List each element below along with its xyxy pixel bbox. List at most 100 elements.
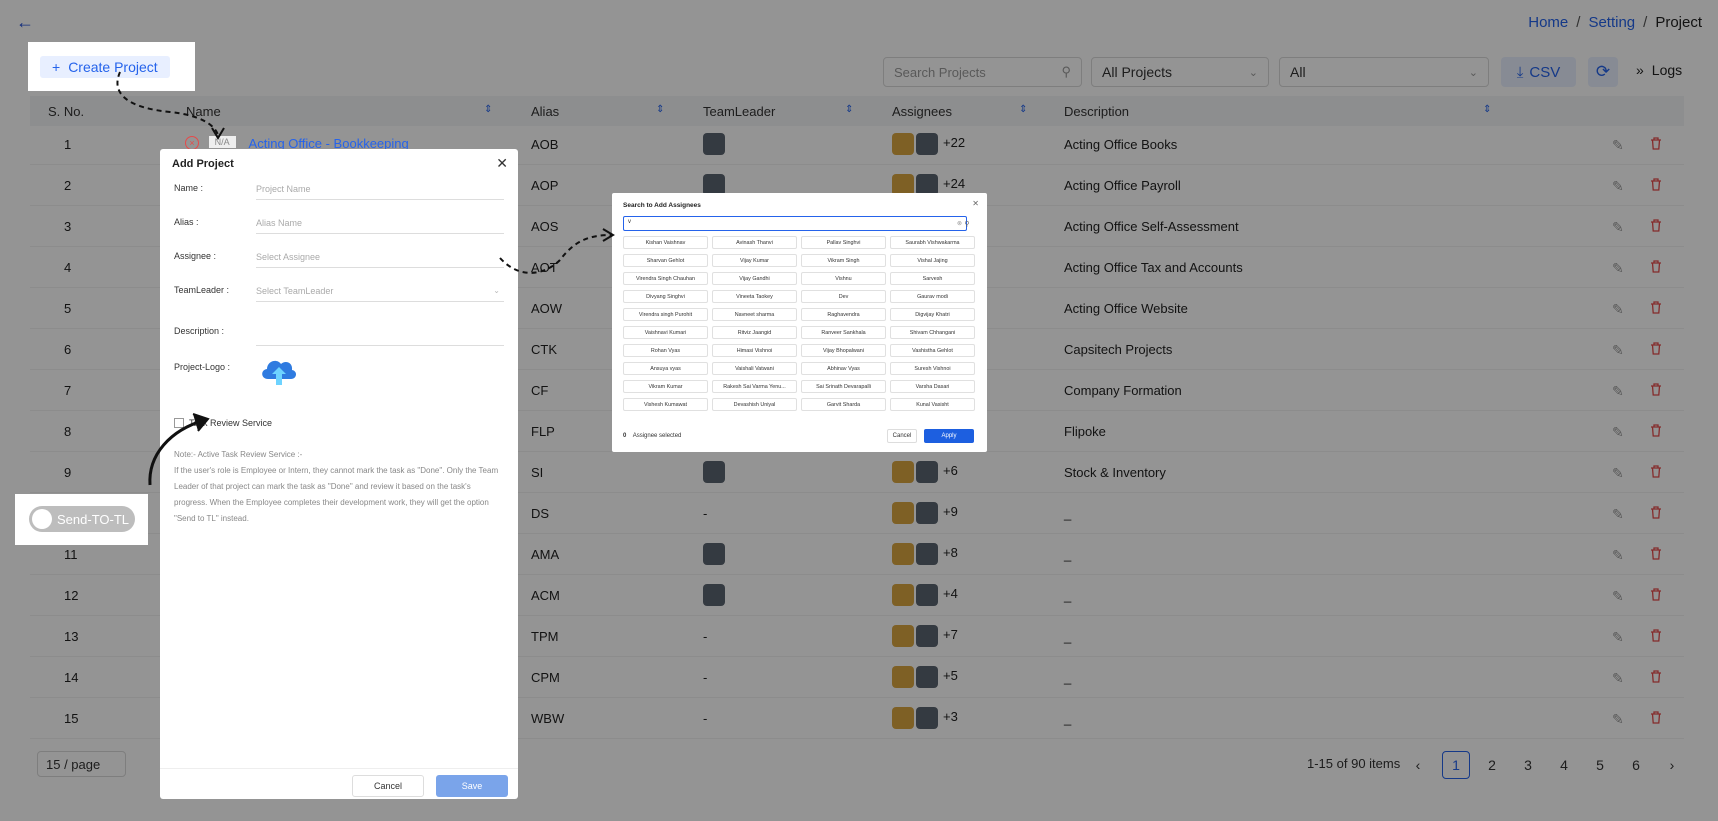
assignee-chip[interactable]: Sharvan Gehlot <box>623 254 708 267</box>
toggle-knob <box>32 509 52 529</box>
alias-input[interactable]: Alias Name <box>256 212 504 234</box>
assignee-apply-label: Apply <box>941 433 957 439</box>
description-label: Description : <box>174 326 225 336</box>
assignee-chip[interactable]: Suresh Vishnoi <box>890 362 975 375</box>
assignee-chip[interactable]: Vashistha Gehlot <box>890 344 975 357</box>
assignee-chip[interactable]: Garvit Sharda <box>801 398 886 411</box>
assignee-chip[interactable]: Vikram Kumar <box>623 380 708 393</box>
selected-count-label: Assignee selected <box>632 433 682 439</box>
assignee-chip[interactable]: Rakesh Sai Varma Yenu... <box>712 380 797 393</box>
close-icon[interactable]: ✕ <box>972 199 979 208</box>
assignee-chip[interactable]: Vineeta Taokey <box>712 290 797 303</box>
assignee-cancel-button[interactable]: Cancel <box>887 429 917 443</box>
assignee-chip[interactable]: Navneet sharma <box>712 308 797 321</box>
assignee-chip[interactable]: Divyang Singhvi <box>623 290 708 303</box>
alias-label: Alias : <box>174 217 199 227</box>
assignee-chip[interactable]: Pallav Singhvi <box>801 236 886 249</box>
note-body: If the user's role is Employee or Intern… <box>174 466 499 523</box>
assignee-chip-grid: Kishan Vaishnav Avinash Thanvi Pallav Sing… <box>623 236 976 411</box>
name-label: Name : <box>174 183 204 193</box>
assignee-chip[interactable]: Vikram Singh <box>801 254 886 267</box>
assignee-chip[interactable]: Ranveer Sankhala <box>801 326 886 339</box>
task-review-checkbox[interactable] <box>174 418 184 428</box>
save-label: Save <box>461 781 483 791</box>
assignee-chip[interactable]: Virendra singh Purohit <box>623 308 708 321</box>
assignee-chip[interactable]: Vishesh Kumawat <box>623 398 708 411</box>
assignee-chip[interactable]: Kishan Vaishnav <box>623 236 708 249</box>
add-project-dialog: Add Project ✕ Name : Project Name Alias … <box>160 149 518 799</box>
alias-placeholder: Alias Name <box>256 218 303 228</box>
save-button[interactable]: Save <box>436 775 508 797</box>
close-icon[interactable]: ✕ <box>496 155 508 172</box>
assignee-chip[interactable]: Abhinav Vyas <box>801 362 886 375</box>
assignee-chip[interactable]: Ritviz Jaangid <box>712 326 797 339</box>
assignee-chip[interactable]: Varsha Dasari <box>890 380 975 393</box>
assignee-field: Assignee : Select Assignee <box>174 246 504 268</box>
assignee-chip[interactable]: Vijay Gandhi <box>712 272 797 285</box>
create-project-highlight: + Create Project <box>28 42 195 91</box>
assignee-chip[interactable]: Vishnu <box>801 272 886 285</box>
first-row-name-cell: × N/A Acting Office - Bookkeeping <box>185 136 475 150</box>
assignee-cancel-label: Cancel <box>892 433 912 439</box>
project-logo-label: Project-Logo : <box>174 362 231 372</box>
assignee-chip[interactable]: Raghavendra <box>801 308 886 321</box>
assignee-chip[interactable]: Saurabh Vishwakarma <box>890 236 975 249</box>
assignee-label: Assignee : <box>174 251 217 261</box>
project-name-link[interactable]: Acting Office - Bookkeeping <box>249 136 409 150</box>
assignee-chip[interactable]: Virendra Singh Chauhan <box>623 272 708 285</box>
create-project-button[interactable]: + Create Project <box>40 56 170 78</box>
assignee-chip[interactable]: Shivam Chhangani <box>890 326 975 339</box>
alias-field: Alias : Alias Name <box>174 212 504 234</box>
assignee-chip[interactable]: Vishal Jajing <box>890 254 975 267</box>
assignee-select[interactable]: Select Assignee <box>256 246 504 268</box>
plus-icon: + <box>52 59 61 75</box>
assignee-chip[interactable]: Digvijay Khatri <box>890 308 975 321</box>
project-name-input[interactable]: Project Name <box>256 178 504 200</box>
assignee-chip[interactable]: Sai Srinath Devarapalli <box>801 380 886 393</box>
assignee-search-input[interactable]: v ⊗ <box>623 216 967 231</box>
assignee-chip[interactable]: Rohan Vyas <box>623 344 708 357</box>
assignee-chip[interactable]: Dev <box>801 290 886 303</box>
assignee-chip[interactable]: Vaishali Vatwani <box>712 362 797 375</box>
cancel-label: Cancel <box>373 781 402 791</box>
create-project-label: Create Project <box>68 59 158 75</box>
assignee-chip[interactable]: Vijay Bhopalwani <box>801 344 886 357</box>
selected-count: 0 Assignee selected <box>623 433 681 439</box>
assignee-chip[interactable]: Vijay Kumar <box>712 254 797 267</box>
assignee-chip[interactable]: Ansuya vyas <box>623 362 708 375</box>
assignee-search-query: v <box>628 219 631 225</box>
search-icon[interactable]: ⚲ <box>959 216 975 231</box>
send-to-tl-label: Send-TO-TL <box>57 511 130 527</box>
assignee-chip[interactable]: Himasi Vishnoi <box>712 344 797 357</box>
chevron-down-icon: ⌄ <box>493 286 500 295</box>
cancel-button[interactable]: Cancel <box>352 775 424 797</box>
assignee-chip[interactable]: Kunal Vasisht <box>890 398 975 411</box>
assignee-apply-button[interactable]: Apply <box>924 429 974 443</box>
teamleader-label: TeamLeader : <box>174 285 230 295</box>
teamleader-select[interactable]: Select TeamLeader ⌄ <box>256 280 504 302</box>
note-title: Note:- Active Task Review Service :- <box>174 450 303 459</box>
send-to-tl-highlight: Send-TO-TL <box>15 494 148 545</box>
description-field: Description : <box>174 321 504 346</box>
assignee-chip[interactable]: Sarvesh <box>890 272 975 285</box>
assignee-search-title: Search to Add Assignees <box>623 202 701 209</box>
assignee-chip[interactable]: Devashish Uniyal <box>712 398 797 411</box>
assignee-chip[interactable]: Avinash Thanvi <box>712 236 797 249</box>
close-circle-icon[interactable]: × <box>185 136 199 150</box>
send-to-tl-toggle[interactable]: Send-TO-TL <box>29 506 135 532</box>
name-field: Name : Project Name <box>174 178 504 200</box>
assignee-search-panel: Search to Add Assignees ✕ v ⊗ ⚲ Kishan V… <box>612 193 987 452</box>
assignee-placeholder: Select Assignee <box>256 252 321 262</box>
cloud-upload-icon[interactable] <box>259 353 299 387</box>
task-review-note: Note:- Active Task Review Service :- If … <box>174 447 504 527</box>
task-review-checkbox-row[interactable]: Task Review Service <box>174 418 272 428</box>
selected-count-number: 0 <box>623 433 627 439</box>
logo-badge: N/A <box>208 136 236 148</box>
project-name-placeholder: Project Name <box>256 184 311 194</box>
teamleader-field: TeamLeader : Select TeamLeader ⌄ <box>174 280 504 302</box>
teamleader-placeholder: Select TeamLeader <box>256 286 334 296</box>
assignee-chip[interactable]: Gaurav modi <box>890 290 975 303</box>
dialog-title: Add Project <box>172 158 234 170</box>
description-input[interactable] <box>256 321 504 346</box>
assignee-chip[interactable]: Vaishnavi Kumari <box>623 326 708 339</box>
